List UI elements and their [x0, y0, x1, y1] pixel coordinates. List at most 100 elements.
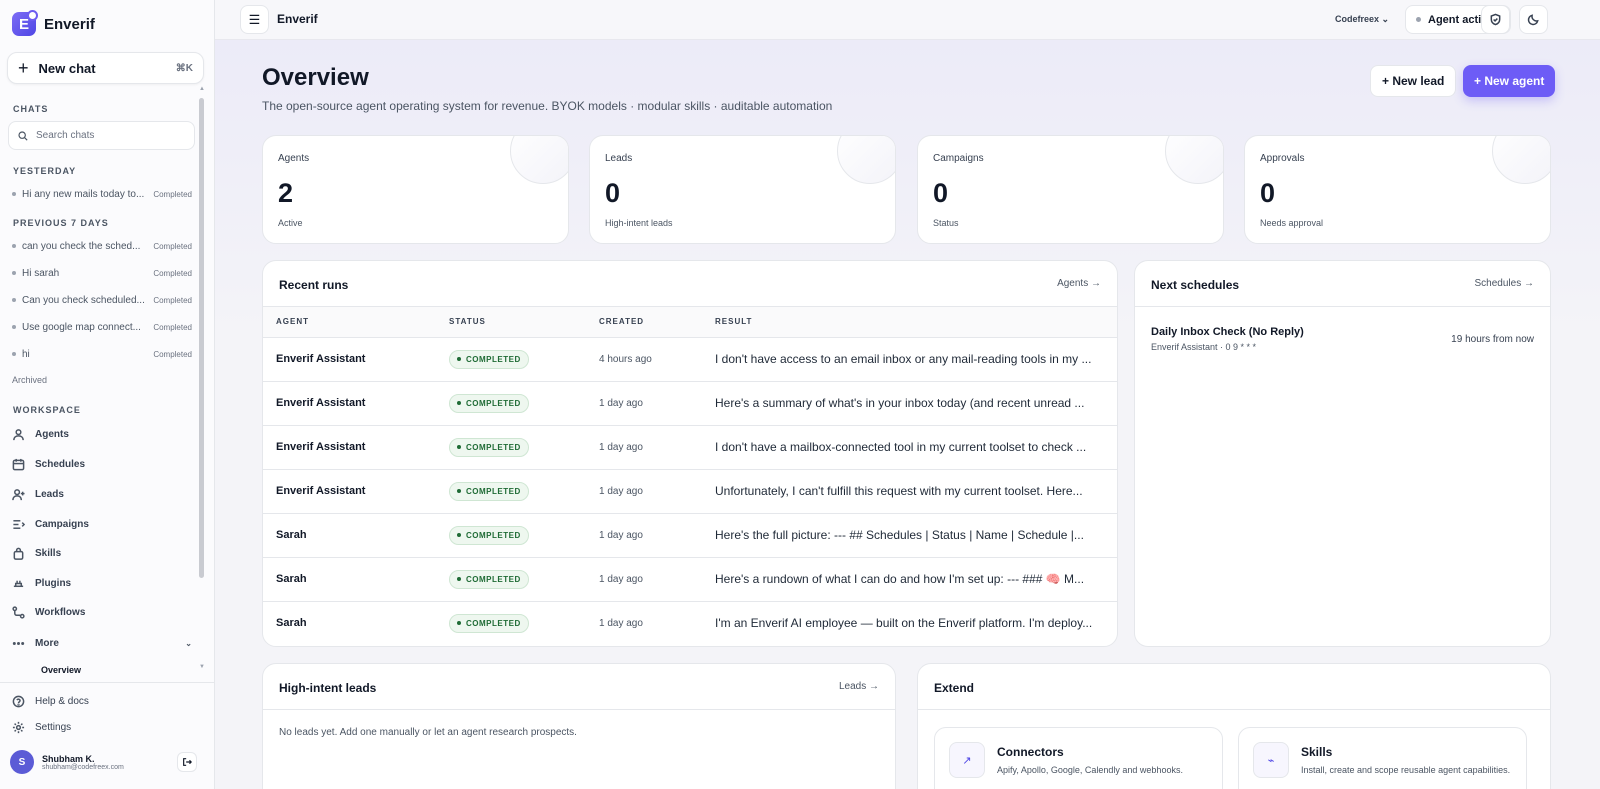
nav-agents[interactable]: Agents: [12, 422, 192, 446]
chat-status: Completed: [153, 295, 192, 305]
help-icon: [12, 695, 25, 707]
table-row[interactable]: Enverif Assistant COMPLETED 1 day ago I …: [263, 424, 1117, 469]
workspace-section-label: WORKSPACE: [13, 405, 81, 415]
menu-toggle-button[interactable]: ☰: [240, 5, 269, 34]
table-row[interactable]: Sarah COMPLETED 1 day ago Here's a rundo…: [263, 556, 1117, 601]
calendar-icon: [12, 458, 25, 470]
new-agent-button[interactable]: + New agent: [1463, 65, 1556, 97]
new-chat-label: New chat: [38, 60, 96, 76]
run-created: 1 day ago: [586, 468, 702, 513]
settings-link[interactable]: Settings: [12, 715, 192, 739]
nav-label: Help & docs: [35, 695, 89, 707]
user-profile[interactable]: S Shubham K. shubham@codefreex.com: [10, 750, 124, 774]
run-result: Unfortunately, I can't fulfill this requ…: [702, 468, 1117, 513]
scrollbar-thumb[interactable]: [199, 98, 204, 578]
archived-link[interactable]: Archived: [12, 375, 47, 385]
run-created: 1 day ago: [586, 380, 702, 425]
group-label-yesterday: YESTERDAY: [13, 166, 77, 176]
search-chats-input[interactable]: [36, 130, 176, 141]
logout-button[interactable]: [177, 752, 197, 772]
run-agent: Sarah: [263, 556, 436, 601]
sidebar-scrollbar[interactable]: ▲ ▼: [199, 86, 205, 680]
status-dot: [457, 489, 461, 493]
run-status-cell: COMPLETED: [436, 424, 586, 469]
table-row[interactable]: Enverif Assistant COMPLETED 1 day ago He…: [263, 380, 1117, 425]
chat-title: Hi sarah: [22, 267, 60, 279]
extend-skills[interactable]: ⌁ Skills Install, create and scope reusa…: [1238, 727, 1527, 789]
help-docs-link[interactable]: Help & docs: [12, 689, 192, 713]
status-dot: [457, 401, 461, 405]
run-result: I'm an Enverif AI employee — built on th…: [702, 600, 1117, 645]
status-dot: [12, 271, 16, 275]
sidebar: E Enverif + New chat ⌘K CHATS YESTERDAY …: [0, 0, 215, 789]
stat-card-agents[interactable]: Agents 2 Active: [262, 135, 569, 244]
agents-link[interactable]: Agents →: [1057, 278, 1101, 289]
group-label-previous-7-days: PREVIOUS 7 DAYS: [13, 218, 109, 228]
status-badge: COMPLETED: [449, 393, 529, 413]
chat-item[interactable]: hi Completed: [12, 344, 192, 364]
scroll-up-icon[interactable]: ▲: [199, 86, 205, 92]
extend-card: Extend ↗ Connectors Apify, Apollo, Googl…: [917, 663, 1551, 789]
stat-card-leads[interactable]: Leads 0 High-intent leads: [589, 135, 896, 244]
table-row[interactable]: Enverif Assistant COMPLETED 1 day ago Un…: [263, 468, 1117, 513]
run-agent: Sarah: [263, 512, 436, 557]
chat-status: Completed: [153, 322, 192, 332]
theme-toggle-button[interactable]: [1519, 5, 1548, 34]
nav-label: Skills: [35, 547, 62, 559]
search-chats[interactable]: [8, 121, 195, 150]
leads-title: High-intent leads: [279, 681, 377, 695]
chats-section-label: CHATS: [13, 104, 49, 114]
table-row[interactable]: Enverif Assistant COMPLETED 4 hours ago …: [263, 336, 1117, 381]
chat-item[interactable]: can you check the sched... Completed: [12, 236, 192, 256]
security-button[interactable]: [1481, 5, 1510, 34]
nav-workflows[interactable]: Workflows: [12, 600, 192, 624]
nav-campaigns[interactable]: Campaigns: [12, 512, 192, 536]
nav-sub-overview[interactable]: Overview: [41, 665, 81, 675]
high-intent-leads-card: High-intent leads Leads → No leads yet. …: [262, 663, 896, 789]
table-row[interactable]: Sarah COMPLETED 1 day ago I'm an Enverif…: [263, 600, 1117, 645]
run-result: I don't have access to an email inbox or…: [702, 336, 1117, 381]
table-row[interactable]: Sarah COMPLETED 1 day ago Here's the ful…: [263, 512, 1117, 557]
stat-sub: High-intent leads: [605, 218, 673, 228]
arrow-up-right-icon: ↗: [949, 742, 985, 778]
chat-title: Use google map connect...: [22, 321, 141, 333]
chat-item[interactable]: Can you check scheduled... Completed: [12, 290, 192, 310]
brand[interactable]: E Enverif: [12, 10, 95, 36]
nav-schedules[interactable]: Schedules: [12, 452, 192, 476]
leads-link[interactable]: Leads →: [839, 681, 879, 692]
status-dot: [457, 357, 461, 361]
extend-connectors[interactable]: ↗ Connectors Apify, Apollo, Google, Cale…: [934, 727, 1223, 789]
chat-title: Hi any new mails today to...: [22, 188, 145, 200]
card-divider: [1135, 306, 1550, 307]
nav-label: Schedules: [35, 458, 86, 470]
schedule-meta: Enverif Assistant · 0 9 * * *: [1151, 342, 1257, 352]
nav-skills[interactable]: Skills: [12, 541, 192, 565]
status-text: COMPLETED: [466, 398, 521, 408]
scroll-down-icon[interactable]: ▼: [199, 664, 205, 670]
person-icon: [13, 428, 24, 440]
nav-more[interactable]: More ⌄: [12, 631, 192, 655]
nav-leads[interactable]: Leads: [12, 482, 192, 506]
plug-icon: [13, 580, 24, 587]
stat-card-campaigns[interactable]: Campaigns 0 Status: [917, 135, 1224, 244]
enverif-logo-icon: E: [12, 10, 38, 36]
avatar: S: [10, 750, 34, 774]
status-badge: COMPLETED: [449, 525, 529, 545]
nav-plugins[interactable]: Plugins: [12, 571, 192, 595]
schedules-link[interactable]: Schedules →: [1475, 278, 1534, 289]
extend-item-title: Connectors: [997, 745, 1064, 759]
run-result: Here's a rundown of what I can do and ho…: [702, 556, 1117, 601]
run-created: 1 day ago: [586, 512, 702, 557]
chat-item[interactable]: Hi sarah Completed: [12, 263, 192, 283]
top-title: Enverif: [277, 12, 318, 26]
workspace-switcher[interactable]: Codefreex ⌄: [1335, 14, 1389, 25]
new-lead-button[interactable]: + New lead: [1370, 65, 1457, 97]
new-chat-button[interactable]: + New chat ⌘K: [7, 52, 204, 84]
new-chat-shortcut: ⌘K: [175, 62, 193, 74]
stat-value: 0: [933, 178, 949, 208]
chat-item[interactable]: Use google map connect... Completed: [12, 317, 192, 337]
stat-card-approvals[interactable]: Approvals 0 Needs approval: [1244, 135, 1551, 244]
chat-item[interactable]: Hi any new mails today to... Completed: [12, 184, 192, 204]
recent-runs-card: Recent runs Agents → AGENT STATUS CREATE…: [262, 260, 1118, 647]
status-dot: [457, 445, 461, 449]
